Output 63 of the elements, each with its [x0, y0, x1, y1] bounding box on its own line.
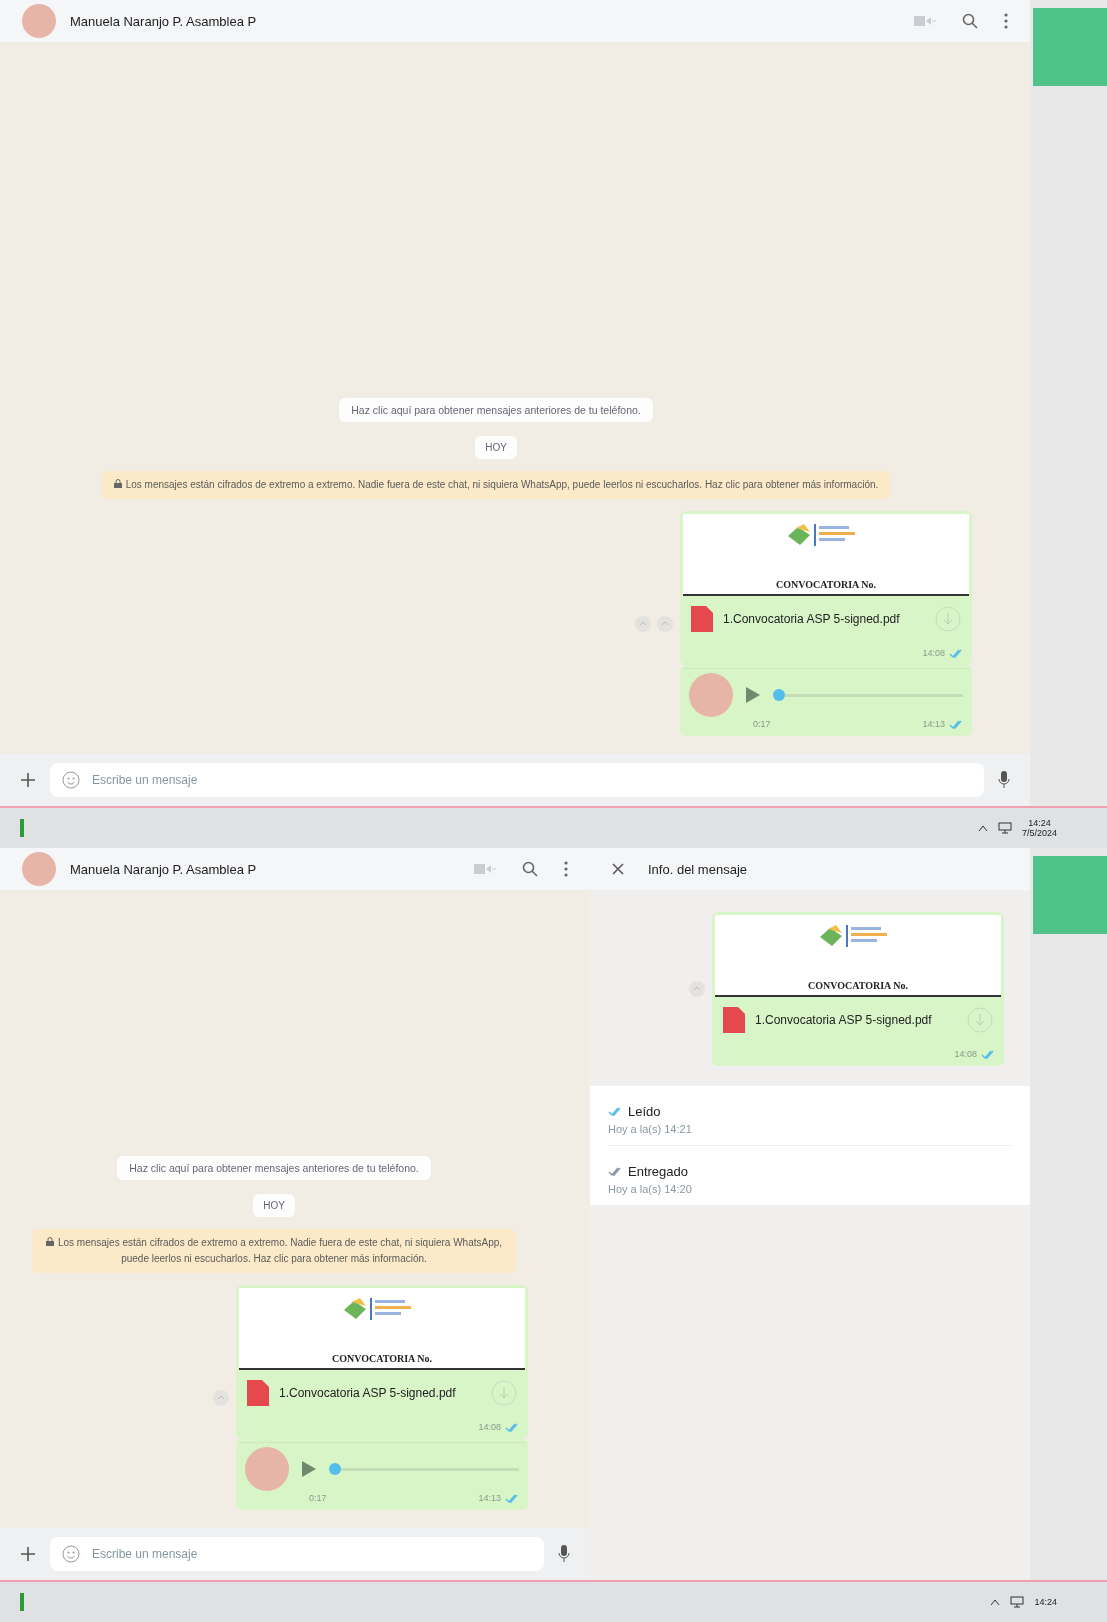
sender-avatar — [245, 1447, 289, 1491]
load-older-notice[interactable]: Haz clic aquí para obtener mensajes anteriores de tu teléfono. — [117, 1156, 431, 1180]
message-time: 14:13 — [922, 719, 945, 729]
file-name: 1.Convocatoria ASP 5-signed.pdf — [279, 1386, 457, 1400]
taskbar-clock[interactable]: 14:24 7/5/2024 — [1021, 818, 1057, 838]
video-call-icon[interactable] — [914, 15, 936, 27]
document-heading: CONVOCATORIA No. — [808, 980, 908, 991]
document-heading: CONVOCATORIA No. — [776, 579, 876, 590]
audio-thumb[interactable] — [329, 1463, 341, 1475]
sender-avatar — [689, 673, 733, 717]
lock-icon — [113, 479, 122, 488]
load-older-notice[interactable]: Haz clic aquí para obtener mensajes anteriores de tu teléfono. — [339, 398, 653, 422]
emoji-icon[interactable] — [62, 771, 80, 789]
message-time: 14:08 — [478, 1422, 501, 1432]
encryption-notice[interactable]: Los mensajes están cifrados de extremo a extremo. Nadie fuera de este chat, ni siquiera WhatsApp, puede leerlos ni escucharlos. Haz clic para obtener más información. — [101, 471, 891, 499]
contact-avatar[interactable] — [22, 852, 56, 886]
date-chip: HOY — [475, 436, 517, 459]
document-heading: CONVOCATORIA No. — [332, 1353, 432, 1364]
receipt-status: Leído — [628, 1104, 661, 1119]
network-icon[interactable] — [1010, 1596, 1025, 1608]
chevron-up-icon[interactable] — [977, 824, 988, 832]
search-icon[interactable] — [522, 861, 538, 877]
receipt-time: Hoy a la(s) 14:20 — [608, 1183, 693, 1195]
receipt-status: Entregado — [628, 1164, 688, 1179]
pdf-icon — [691, 606, 713, 632]
microphone-icon[interactable] — [558, 1545, 570, 1563]
message-time: 14:08 — [954, 1049, 977, 1059]
pdf-icon — [247, 1380, 269, 1406]
close-icon[interactable] — [612, 863, 624, 875]
chevron-up-icon[interactable] — [990, 1598, 1001, 1606]
date-chip: HOY — [253, 1194, 295, 1217]
pdf-icon — [723, 1007, 745, 1033]
message-time: 14:13 — [478, 1493, 501, 1503]
plus-icon[interactable] — [20, 1546, 36, 1562]
audio-duration: 0:17 — [309, 1493, 327, 1503]
play-icon[interactable] — [745, 686, 761, 704]
play-icon[interactable] — [301, 1460, 317, 1478]
contact-name[interactable]: Manuela Naranjo P. Asamblea P — [70, 861, 460, 877]
message-time: 14:08 — [922, 648, 945, 658]
document-message[interactable]: CONVOCATORIA No. 1.Convocatoria ASP 5-signed.pdf 14:08 — [236, 1285, 528, 1439]
document-message[interactable]: CONVOCATORIA No. 1.Convocatoria ASP 5-signed.pdf 14:08 — [680, 511, 972, 665]
video-call-icon[interactable] — [474, 863, 496, 875]
audio-thumb[interactable] — [773, 689, 785, 701]
contact-name[interactable]: Manuela Naranjo P. Asamblea P — [70, 13, 900, 29]
receipt-time: Hoy a la(s) 14:21 — [608, 1123, 693, 1135]
emoji-icon[interactable] — [62, 1545, 80, 1563]
microphone-icon[interactable] — [998, 771, 1010, 789]
plus-icon[interactable] — [20, 772, 36, 788]
contact-avatar[interactable] — [22, 4, 56, 38]
document-message[interactable]: CONVOCATORIA No. 1.Convocatoria ASP 5-signed.pdf 14:08 — [712, 912, 1004, 1066]
menu-icon[interactable] — [1004, 13, 1008, 29]
encryption-notice[interactable]: Los mensajes están cifrados de extremo a extremo. Nadie fuera de este chat, ni siquiera WhatsApp, puede leerlos ni escucharlos. Haz clic para obtener más información. — [32, 1229, 516, 1273]
search-icon[interactable] — [962, 13, 978, 29]
network-icon[interactable] — [997, 822, 1012, 834]
lock-icon — [45, 1237, 54, 1246]
menu-icon[interactable] — [564, 861, 568, 877]
info-title: Info. del mensaje — [648, 861, 748, 877]
file-name: 1.Convocatoria ASP 5-signed.pdf — [755, 1013, 933, 1027]
message-field[interactable]: Escribe un mensaje — [50, 1537, 544, 1571]
file-name: 1.Convocatoria ASP 5-signed.pdf — [723, 612, 901, 626]
taskbar-clock[interactable]: 14:24 — [1034, 1597, 1057, 1607]
audio-duration: 0:17 — [753, 719, 771, 729]
message-field[interactable]: Escribe un mensaje — [50, 763, 984, 797]
